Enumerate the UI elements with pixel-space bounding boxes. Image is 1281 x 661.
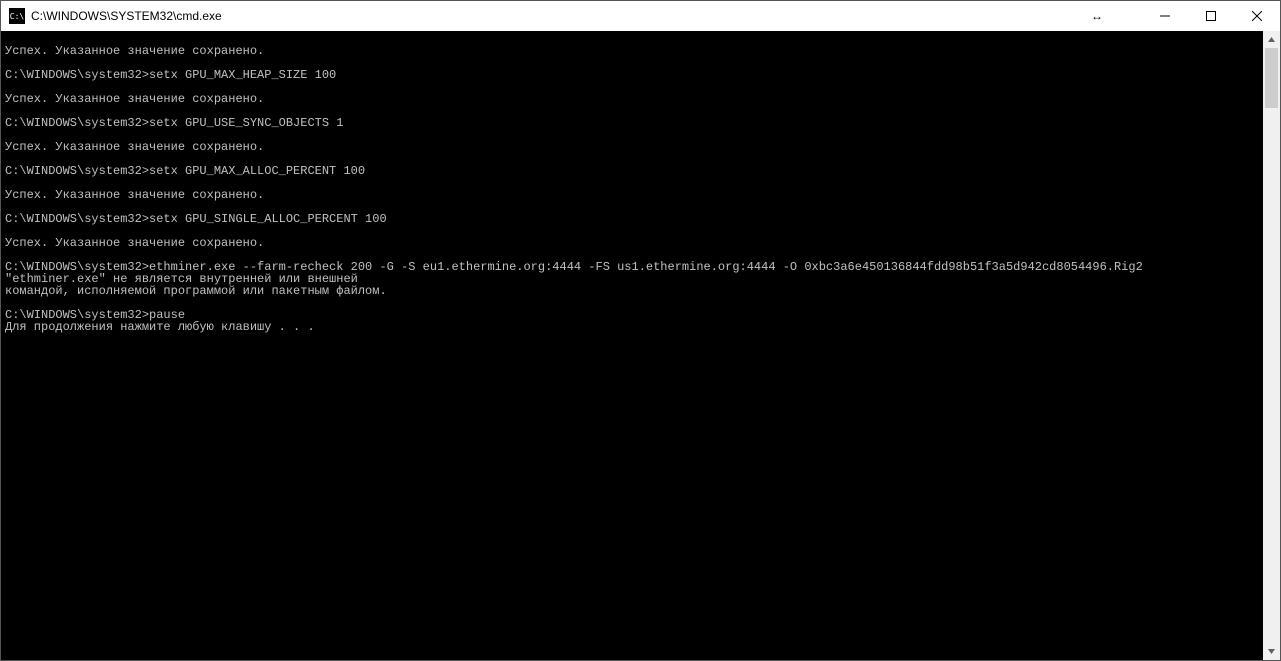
close-icon <box>1252 11 1262 21</box>
cmd-icon: C:\ <box>9 8 25 24</box>
close-button[interactable] <box>1234 1 1280 31</box>
minimize-icon <box>1160 11 1170 21</box>
maximize-button[interactable] <box>1188 1 1234 31</box>
scroll-down-arrow-icon[interactable] <box>1263 643 1280 660</box>
vertical-scrollbar[interactable] <box>1263 31 1280 660</box>
scrollbar-track[interactable] <box>1263 48 1280 643</box>
scroll-up-arrow-icon[interactable] <box>1263 31 1280 48</box>
cmd-window: C:\ C:\WINDOWS\SYSTEM32\cmd.exe ↔ Успех.… <box>0 0 1281 661</box>
terminal-output[interactable]: Успех. Указанное значение сохранено. C:\… <box>1 31 1263 660</box>
minimize-button[interactable] <box>1142 1 1188 31</box>
scrollbar-thumb[interactable] <box>1265 48 1278 108</box>
window-title: C:\WINDOWS\SYSTEM32\cmd.exe <box>31 9 222 23</box>
window-body: Успех. Указанное значение сохранено. C:\… <box>1 31 1280 660</box>
maximize-icon <box>1206 11 1216 21</box>
resize-handle-icon[interactable]: ↔ <box>1082 9 1112 23</box>
titlebar[interactable]: C:\ C:\WINDOWS\SYSTEM32\cmd.exe ↔ <box>1 1 1280 31</box>
